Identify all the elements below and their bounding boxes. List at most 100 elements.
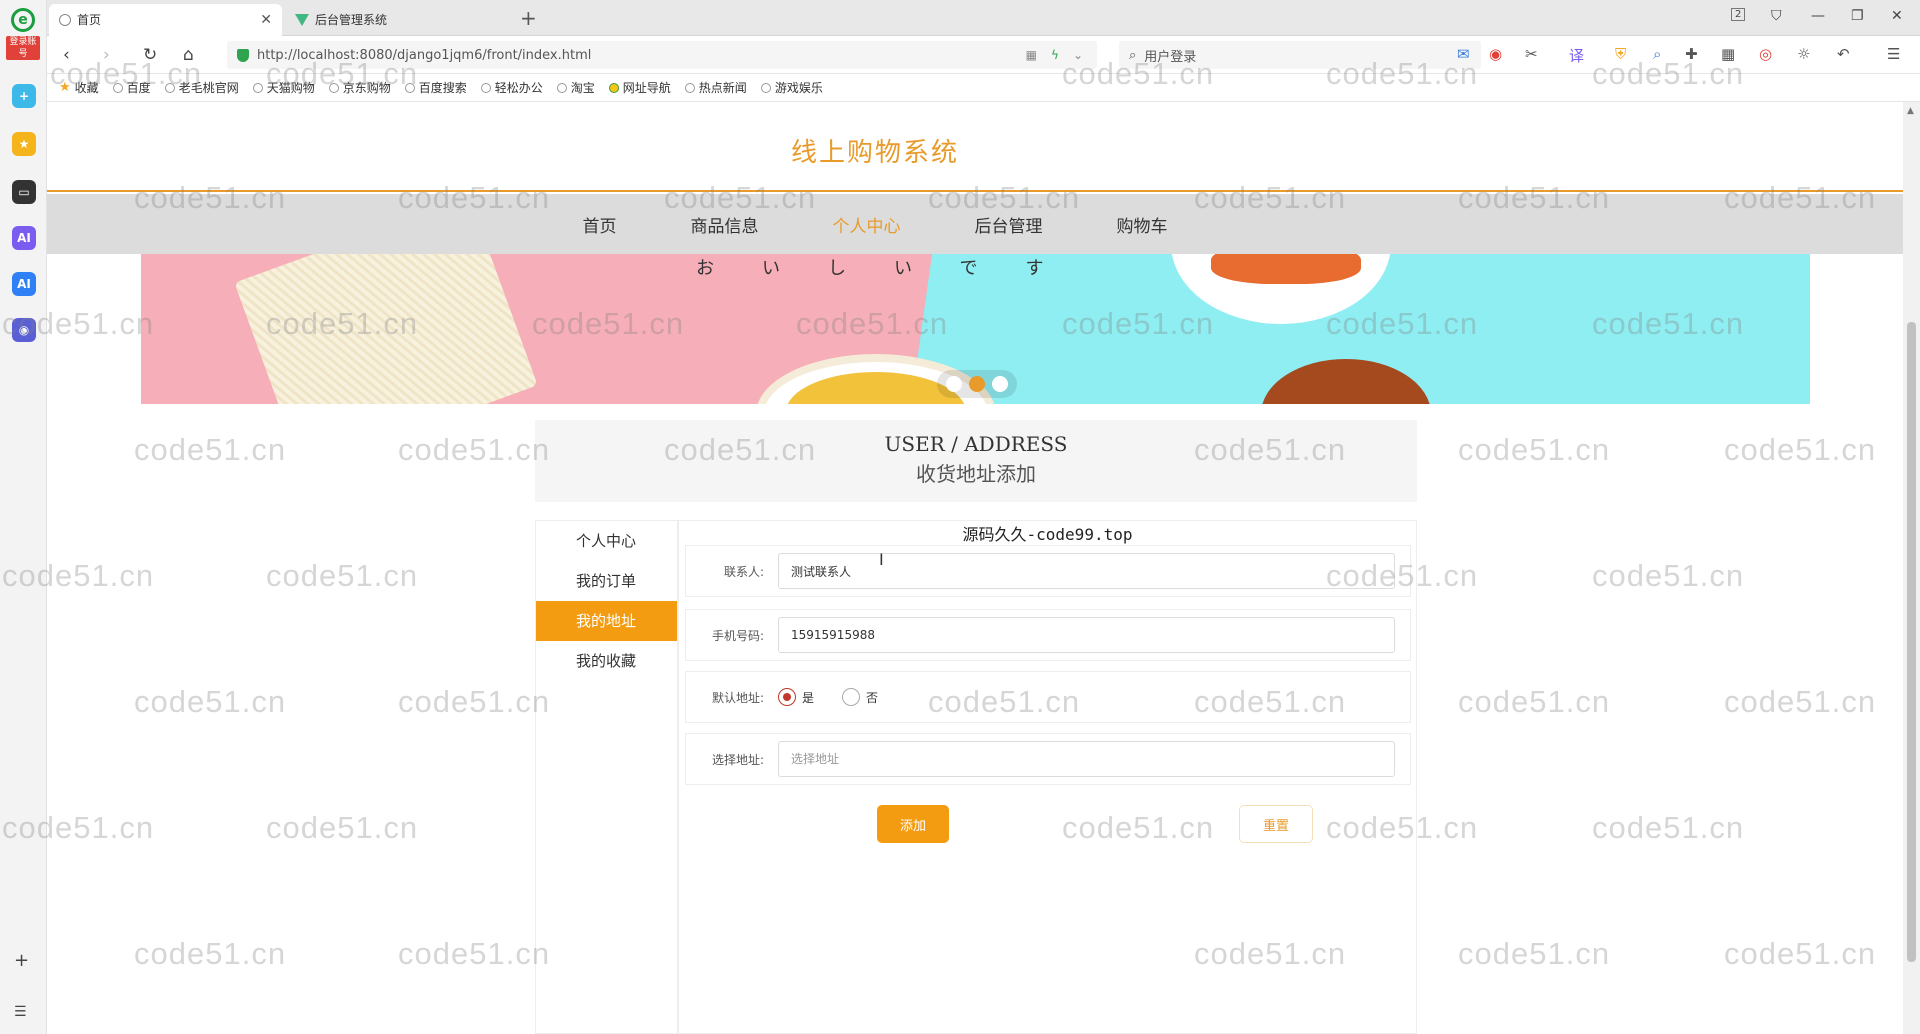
bookmark-nav[interactable]: 网址导航 [608, 79, 671, 96]
add-app-icon[interactable]: + [12, 84, 36, 108]
radio-checked-icon [778, 688, 796, 706]
chevron-down-icon[interactable]: ⌄ [1073, 48, 1083, 62]
carousel-dot[interactable] [992, 376, 1008, 392]
tab-home[interactable]: 首页 ✕ [49, 4, 282, 36]
close-tab-icon[interactable]: ✕ [260, 4, 272, 36]
star-icon[interactable]: ★ [12, 132, 36, 156]
page-scrollbar[interactable]: ▲ [1903, 102, 1920, 1034]
undo-icon[interactable]: ↶ [1837, 45, 1850, 63]
source-tag: 源码久久-code99.top [962, 525, 1133, 544]
bookmark-jd[interactable]: 京东购物 [328, 79, 391, 96]
search-field[interactable]: ⌕ 用户登录 [1119, 41, 1481, 69]
mail-icon[interactable]: ✉ [1457, 45, 1470, 63]
section-header: USER / ADDRESS 收货地址添加 [535, 420, 1417, 502]
bookmark-news[interactable]: 热点新闻 [684, 79, 747, 96]
bookmark-baidu-search[interactable]: 百度搜索 [404, 79, 467, 96]
forward-icon[interactable]: › [103, 45, 110, 65]
banner-caption: おいしいです [696, 258, 1092, 279]
url-text: http://localhost:8080/django1jqm6/front/… [257, 47, 592, 63]
bookmark-office[interactable]: 轻松办公 [480, 79, 543, 96]
globe-icon [164, 82, 175, 93]
nav-products[interactable]: 商品信息 [654, 212, 796, 237]
nav-user-center[interactable]: 个人中心 [796, 212, 938, 237]
carousel-dot[interactable] [946, 376, 962, 392]
banner-noodles-image [234, 254, 538, 404]
default-yes-radio[interactable]: 是 [778, 688, 814, 706]
contact-input[interactable] [778, 553, 1395, 589]
grid-icon[interactable]: ▦ [1721, 45, 1735, 63]
bookmark-baidu[interactable]: 百度 [112, 79, 151, 96]
login-account-tag[interactable]: 登录账号 [6, 36, 40, 60]
reset-button[interactable]: 重置 [1239, 805, 1313, 843]
bookmark-tmall[interactable]: 天猫购物 [252, 79, 315, 96]
reload-icon[interactable]: ↻ [143, 45, 157, 65]
nav-cart[interactable]: 购物车 [1080, 212, 1205, 237]
restore-icon[interactable]: ❐ [1851, 8, 1864, 24]
translate-icon[interactable]: 译 [1569, 45, 1584, 66]
list-menu-icon[interactable]: ☰ [14, 1004, 27, 1020]
vue-icon [295, 14, 309, 26]
nav-home[interactable]: 首页 [546, 212, 654, 237]
ai-icon[interactable]: AI [12, 272, 36, 296]
chat-bot-icon[interactable]: ▭ [12, 180, 36, 204]
menu-icon[interactable]: ☰ [1887, 45, 1900, 63]
globe-icon [760, 82, 771, 93]
tab-admin[interactable]: 后台管理系统 [285, 4, 518, 36]
carousel-dot-active[interactable] [969, 376, 985, 392]
new-tab-icon[interactable]: + [520, 6, 537, 30]
minimize-icon[interactable]: — [1811, 8, 1825, 24]
browser-side-strip: e 登录账号 + ★ ▭ AI AI ◉ + ☰ [0, 0, 47, 1034]
address-label: 选择地址: [711, 752, 764, 767]
nav-admin[interactable]: 后台管理 [938, 212, 1080, 237]
scissors-icon[interactable]: ✂ [1525, 45, 1538, 63]
scroll-up-icon[interactable]: ▲ [1907, 106, 1914, 116]
shield-icon[interactable]: ⛨ [1615, 45, 1626, 63]
skin-icon[interactable]: ⛉ [1771, 8, 1782, 24]
game-icon[interactable]: ◉ [12, 318, 36, 342]
extension-icon[interactable]: ✚ [1685, 45, 1698, 63]
browser-address-bar: ‹ › ↻ ⌂ http://localhost:8080/django1jqm… [47, 36, 1920, 74]
phone-input[interactable] [778, 617, 1395, 653]
close-window-icon[interactable]: ✕ [1891, 8, 1903, 24]
zoom-icon[interactable]: ⌕ [1653, 45, 1661, 63]
search-icon: ⌕ [1129, 47, 1137, 63]
main-nav: 首页 商品信息 个人中心 后台管理 购物车 [47, 194, 1903, 254]
web-page: 线上购物系统 首页 商品信息 个人中心 后台管理 购物车 おいしいです USER… [47, 102, 1903, 1034]
globe-icon [252, 82, 263, 93]
user-side-menu: 个人中心 我的订单 我的地址 我的收藏 [535, 520, 678, 1034]
globe-icon [59, 14, 71, 26]
browser-tab-bar: 首页 ✕ 后台管理系统 + 2 ⛉ — ❐ ✕ [47, 0, 1920, 36]
menu-my-address[interactable]: 我的地址 [536, 601, 677, 641]
bookmark-favorites[interactable]: ★ 收藏 [59, 79, 99, 96]
browser-logo[interactable]: e 登录账号 [6, 8, 40, 60]
menu-my-favorites[interactable]: 我的收藏 [536, 641, 677, 681]
paw-icon [112, 82, 123, 93]
bookmark-laomaotao[interactable]: 老毛桃官网 [164, 79, 239, 96]
default-address-label: 默认地址: [711, 690, 764, 705]
color-wheel-icon[interactable]: ◎ [1759, 45, 1772, 63]
scroll-thumb[interactable] [1907, 322, 1916, 962]
tab-count-badge[interactable]: 2 [1731, 8, 1746, 21]
star-icon: ★ [59, 80, 71, 95]
bookmark-taobao[interactable]: 淘宝 [556, 79, 595, 96]
weibo-icon[interactable]: ◉ [1489, 45, 1502, 63]
globe-icon [480, 82, 491, 93]
add-button[interactable]: 添加 [877, 805, 949, 843]
add-sidebar-icon[interactable]: + [14, 950, 29, 971]
default-no-radio[interactable]: 否 [842, 688, 878, 706]
bookmark-games[interactable]: 游戏娱乐 [760, 79, 823, 96]
url-field[interactable]: http://localhost:8080/django1jqm6/front/… [227, 41, 1097, 69]
lightning-icon[interactable]: ϟ [1051, 48, 1059, 62]
qr-icon[interactable]: ▦ [1026, 48, 1037, 62]
menu-my-orders[interactable]: 我的订单 [536, 561, 677, 601]
menu-user-center[interactable]: 个人中心 [536, 521, 677, 561]
address-select-input[interactable] [778, 741, 1395, 777]
carousel-indicators [937, 370, 1017, 398]
brightness-icon[interactable]: ☼ [1797, 45, 1810, 63]
ai-assistant-icon[interactable]: AI [12, 226, 36, 250]
search-placeholder: 用户登录 [1144, 49, 1197, 65]
globe-icon [684, 82, 695, 93]
back-icon[interactable]: ‹ [63, 45, 70, 65]
address-row: 选择地址: [685, 733, 1411, 785]
home-icon[interactable]: ⌂ [183, 45, 194, 65]
